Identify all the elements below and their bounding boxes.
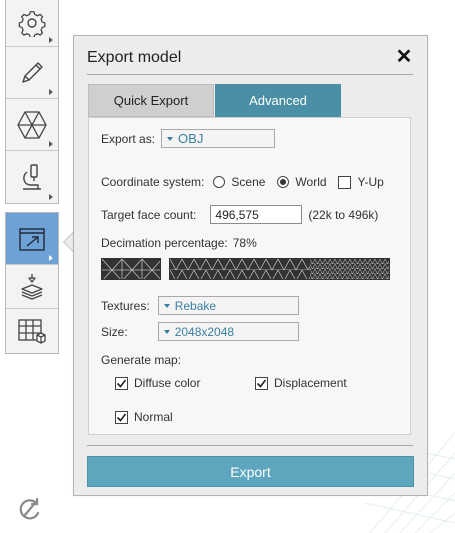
checkbox-displacement[interactable] <box>255 376 268 390</box>
title-divider <box>87 74 413 75</box>
table-icon <box>17 317 47 345</box>
tab-quick-export[interactable]: Quick Export <box>88 84 214 117</box>
size-value: 2048x2048 <box>174 324 235 339</box>
close-button[interactable]: ✕ <box>395 46 413 68</box>
checkbox-normal[interactable] <box>115 410 128 424</box>
export-icon <box>17 224 47 254</box>
submenu-arrow-icon <box>49 89 53 95</box>
tool-analysis-button[interactable] <box>6 151 58 203</box>
textures-label: Textures: <box>101 298 150 313</box>
export-format-value: OBJ <box>178 131 204 146</box>
target-face-count-range: (22k to 496k) <box>308 207 379 222</box>
export-as-label: Export as: <box>101 131 156 146</box>
checkbox-y-up[interactable] <box>337 175 351 189</box>
radio-world-label: World <box>295 175 327 189</box>
gear-icon <box>18 9 46 37</box>
textures-value: Rebake <box>174 298 217 313</box>
tool-print-button[interactable] <box>6 265 58 309</box>
generate-map-diffuse: Diffuse color <box>115 376 200 390</box>
generate-map-label: Generate map: <box>101 353 182 367</box>
chevron-down-icon <box>167 136 174 141</box>
panel-title: Export model <box>87 49 182 66</box>
chevron-down-icon <box>163 329 170 334</box>
checkmark-icon <box>116 379 127 388</box>
microscope-icon <box>18 162 46 192</box>
submenu-arrow-icon <box>49 37 53 43</box>
tool-settings-button[interactable] <box>6 0 58 47</box>
coordinate-system-row: Coordinate system: Scene World Y-Up <box>101 175 384 189</box>
pencil-icon <box>18 59 46 87</box>
chevron-down-icon <box>163 303 170 308</box>
decimation-slider-track[interactable] <box>169 258 390 280</box>
advanced-settings: Export as: OBJ Coordinate system: Scene … <box>88 117 411 435</box>
export-model-panel: Export model ✕ Quick Export Advanced Exp… <box>73 35 428 496</box>
target-face-count-row: Target face count: 496,575 (22k to 496k) <box>101 205 378 224</box>
footer-divider <box>87 445 413 446</box>
size-row: Size: 2048x2048 <box>101 322 299 341</box>
generate-map-displacement: Displacement <box>255 376 347 390</box>
decimation-row: Decimation percentage: 78% <box>101 236 257 250</box>
size-label: Size: <box>101 324 128 339</box>
radio-scene[interactable] <box>213 176 226 188</box>
tool-group-secondary <box>5 212 59 354</box>
export-button[interactable]: Export <box>87 456 414 487</box>
radio-scene-label: Scene <box>231 175 266 189</box>
coordinate-system-label: Coordinate system: <box>101 175 205 189</box>
checkmark-icon <box>116 413 127 422</box>
target-face-count-label: Target face count: <box>101 207 197 222</box>
export-as-row: Export as: OBJ <box>101 129 276 148</box>
textures-select[interactable]: Rebake <box>157 296 299 315</box>
generate-map-label-row: Generate map: <box>101 353 181 367</box>
decimation-remaining-segment <box>101 258 161 280</box>
tool-group-primary <box>5 0 59 204</box>
tool-sculpt-button[interactable] <box>6 47 58 99</box>
decimation-label: Decimation percentage: <box>101 236 228 250</box>
checkbox-displacement-label: Displacement <box>274 376 347 390</box>
checkbox-diffuse-color[interactable] <box>115 376 128 390</box>
target-face-count-input[interactable]: 496,575 <box>210 205 303 224</box>
decimation-value: 78% <box>232 236 257 250</box>
checkbox-normal-label: Normal <box>134 410 173 424</box>
hexagon-mesh-icon <box>16 110 48 140</box>
left-toolbar <box>5 0 59 354</box>
submenu-arrow-icon <box>49 255 53 261</box>
tool-export-button[interactable] <box>6 213 58 265</box>
submenu-arrow-icon <box>49 194 53 200</box>
checkbox-y-up-label: Y-Up <box>357 175 384 189</box>
checkmark-icon <box>256 379 267 388</box>
tab-advanced[interactable]: Advanced <box>215 84 341 117</box>
close-icon: ✕ <box>395 46 413 68</box>
radio-world[interactable] <box>277 176 290 188</box>
reset-icon[interactable] <box>17 496 43 527</box>
decimation-slider[interactable] <box>101 258 390 280</box>
tool-table-button[interactable] <box>6 309 58 353</box>
submenu-arrow-icon <box>49 141 53 147</box>
textures-row: Textures: Rebake <box>101 296 299 315</box>
print-icon <box>17 272 47 302</box>
export-tabs: Quick Export Advanced <box>88 84 341 117</box>
generate-map-normal: Normal <box>115 410 173 424</box>
export-format-select[interactable]: OBJ <box>161 129 276 148</box>
checkbox-diffuse-color-label: Diffuse color <box>134 376 201 390</box>
tool-mesh-button[interactable] <box>6 99 58 151</box>
size-select[interactable]: 2048x2048 <box>157 322 299 341</box>
